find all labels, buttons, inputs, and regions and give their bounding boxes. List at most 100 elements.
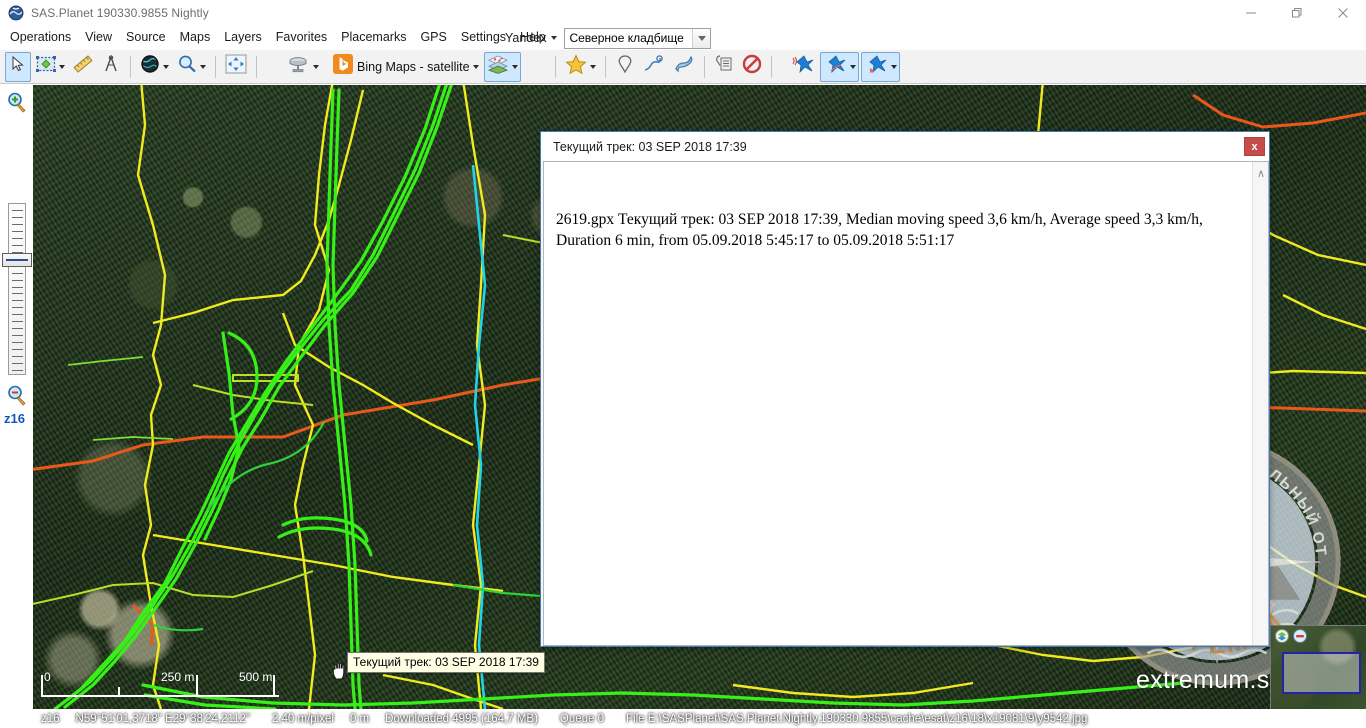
status-resolution: 2,40 m/pixel [271,712,334,725]
zoom-slider-tick [12,272,23,274]
dialog-body-text: 2619.gpx Текущий трек: 03 SEP 2018 17:39… [556,210,1206,251]
minimap-layers-icon[interactable] [1275,629,1289,643]
chevron-down-icon[interactable] [849,64,856,69]
polygon-icon [673,54,695,79]
zoom-in-button[interactable] [5,90,29,114]
close-window-button[interactable] [1320,0,1366,26]
search-bar: Yandex Северное кладбище [505,26,712,50]
chevron-down-icon[interactable] [890,64,897,69]
zoom-slider-tick [12,223,23,225]
zoom-out-button[interactable] [5,383,29,407]
search-input-value[interactable]: Северное кладбище [565,31,692,45]
menu-operations[interactable]: Operations [3,27,78,48]
minimap-zoom-out-icon[interactable] [1293,629,1307,643]
ruler-icon [73,55,93,78]
status-file-path: File E:\SASPlanet\SAS.Planet.Nightly.190… [626,712,1088,725]
marks-list-icon [714,54,734,79]
window-title: SAS.Planet 190330.9855 Nightly [31,6,209,20]
search-input[interactable]: Северное кладбище [564,27,712,49]
marks-list-button[interactable] [711,52,737,82]
toolbar-separator [703,55,705,78]
track-info-dialog[interactable]: Текущий трек: 03 SEP 2018 17:39 x 2619.g… [540,131,1270,647]
dialog-close-button[interactable]: x [1244,137,1265,156]
zoom-slider-tick [12,321,23,323]
zoom-slider-handle-line [6,258,28,261]
rectangle-selection-button[interactable] [33,52,68,82]
scroll-up-arrow-icon[interactable]: ∧ [1253,167,1268,180]
search-dropdown-button[interactable] [692,28,711,48]
zoom-slider-tick [12,370,23,371]
projection-button[interactable] [137,52,172,82]
menu-favorites[interactable]: Favorites [269,27,334,48]
chevron-down-icon[interactable] [59,64,65,69]
favorites-button[interactable] [562,52,599,82]
menu-layers[interactable]: Layers [217,27,269,48]
gps-center-button[interactable] [860,51,900,82]
fullscreen-button[interactable] [222,52,250,82]
zoom-level-label: z16 [4,411,25,426]
maximize-restore-button[interactable] [1274,0,1320,26]
zoom-slider-tick [12,293,23,295]
chevron-down-icon[interactable] [200,64,206,69]
minimap-viewport-rect[interactable] [1282,652,1361,694]
menu-placemarks[interactable]: Placemarks [334,27,413,48]
hide-marks-icon [742,54,762,79]
dialog-body[interactable]: 2619.gpx Текущий трек: 03 SEP 2018 17:39… [543,161,1269,646]
zoom-slider-tick [12,356,23,358]
ruler-tool-button[interactable] [70,52,96,82]
status-coordinates: N59°51'01,3718" E29°38'24,2112" [75,712,250,725]
window-controls [1228,0,1366,26]
zoom-slider-tick [12,279,23,281]
chevron-down-icon [697,35,706,41]
zoom-slider[interactable] [2,203,32,375]
dialog-body-line-1: 2619.gpx Текущий трек: 03 SEP 2018 17:39… [556,211,1203,228]
zoom-slider-tick [12,314,23,316]
source-mode-button[interactable] [285,52,322,82]
title-bar: SAS.Planet 190330.9855 Nightly [0,0,1366,26]
track-tooltip: Текущий трек: 03 SEP 2018 17:39 [347,652,545,673]
placemark-pin-icon [616,54,634,79]
status-bar: z16 N59°51'01,3718" E29°38'24,2112" 2,40… [0,709,1366,728]
gps-connect-button[interactable] [788,52,818,82]
overview-minimap[interactable] [1270,625,1366,709]
zoom-out-icon [8,385,26,406]
menu-source[interactable]: Source [119,27,173,48]
hide-marks-button[interactable] [739,52,765,82]
map-source-label: Bing Maps - satellite [357,59,470,74]
path-line-icon [643,54,665,79]
zoom-tool-button[interactable] [174,52,209,82]
gps-track-button[interactable] [819,51,859,82]
add-polygon-button[interactable] [670,52,698,82]
menu-gps[interactable]: GPS [413,27,453,48]
pointer-arrow-icon [9,55,27,78]
pointer-tool-button[interactable] [5,51,31,82]
zoom-slider-tick [12,342,23,344]
map-source-button[interactable]: Bing Maps - satellite [330,52,482,82]
menu-view[interactable]: View [78,27,119,48]
chevron-down-icon[interactable] [551,36,558,40]
chevron-down-icon[interactable] [313,64,319,69]
zoom-slider-tick [12,210,23,211]
server-icon [288,54,310,79]
gps-connect-icon [791,54,815,79]
search-provider-label[interactable]: Yandex [505,31,546,45]
sas-planet-window: SAS.Planet 190330.9855 Nightly Operation… [0,0,1366,728]
chevron-down-icon[interactable] [589,64,596,69]
menu-maps[interactable]: Maps [173,27,218,48]
zoom-slider-handle[interactable] [2,252,32,267]
layers-icon [487,54,509,79]
toolbar-separator [130,55,131,78]
dividers-tool-button[interactable] [98,52,124,82]
chevron-down-icon[interactable] [163,64,169,69]
toolbar-separator [604,55,606,78]
chevron-down-icon[interactable] [472,64,479,69]
add-placemark-button[interactable] [612,52,638,82]
layers-button[interactable] [483,51,521,82]
zoom-slider-tick [12,230,23,232]
chevron-down-icon[interactable] [511,64,518,69]
dialog-scrollbar[interactable]: ∧ [1252,162,1268,645]
add-path-button[interactable] [640,52,668,82]
zoom-slider-tick [12,349,23,351]
minimize-button[interactable] [1228,0,1274,26]
zoom-slider-tick [12,244,23,246]
